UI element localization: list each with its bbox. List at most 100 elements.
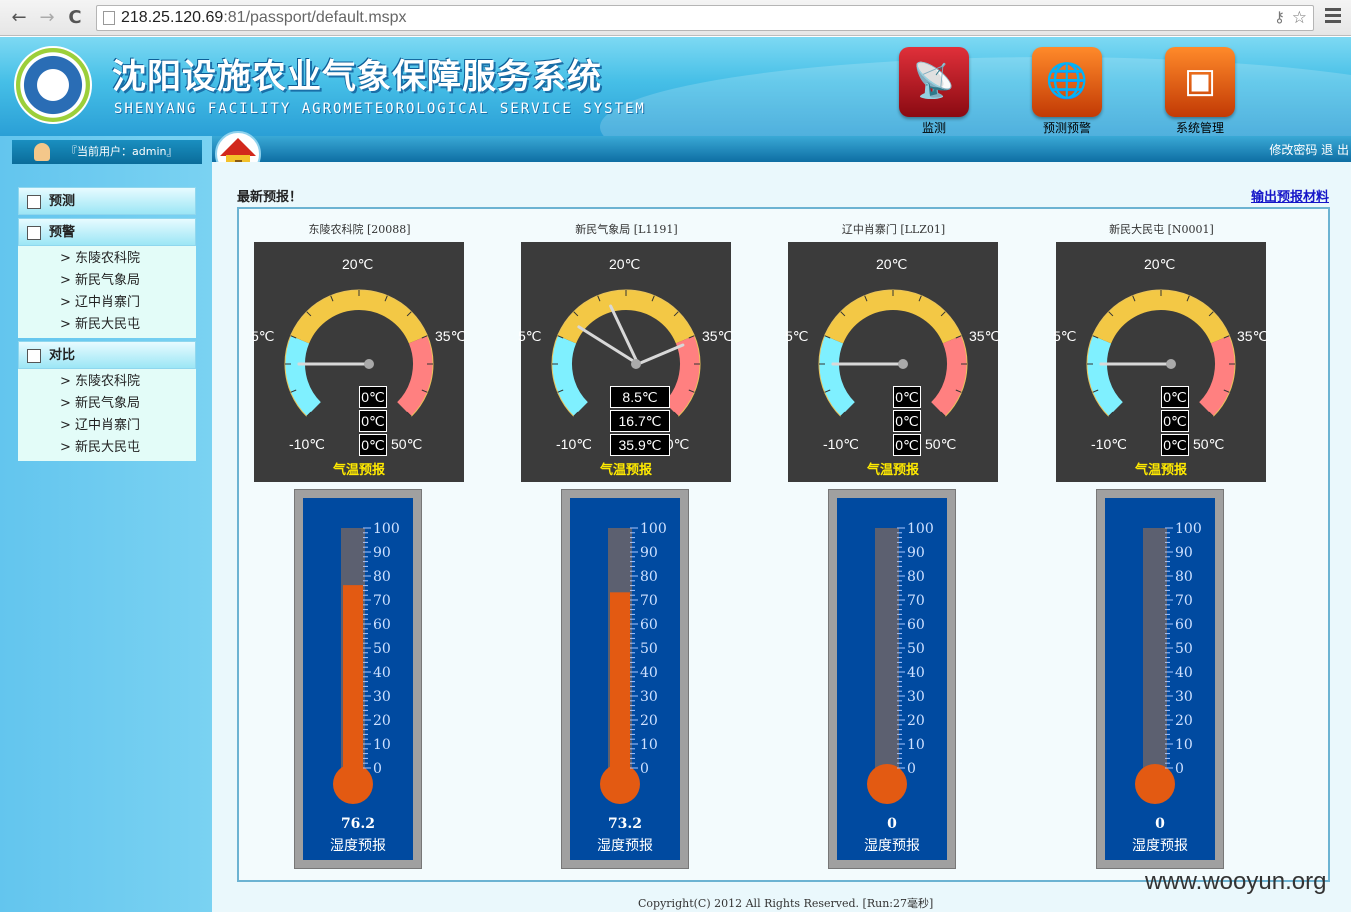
content-title: 最新预报！ — [237, 190, 303, 205]
thermometer-tick-label: 50 — [640, 641, 658, 657]
gauge-caption: 气温预报 — [866, 463, 919, 478]
chip-icon: ▣ — [1165, 47, 1235, 117]
thermometer-tick-label: 30 — [640, 689, 658, 705]
warning-submenu: > 东陵农科院 > 新民气象局 > 辽中肖寨门 > 新民大民屯 — [18, 246, 196, 338]
gauge-hub — [631, 359, 641, 369]
gauge-scale-label: 20℃ — [1144, 256, 1176, 272]
left-menu: 预测 预警 > 东陵农科院 > 新民气象局 > 辽中肖寨门 > 新民大民屯 对比… — [18, 184, 196, 461]
left-sidebar: 『当前用户：admin』 预测 预警 > 东陵农科院 > 新民气象局 > 辽中肖… — [0, 136, 212, 912]
temperature-readout: 8.5℃ — [610, 386, 670, 408]
thermometer-tick-label: 100 — [907, 521, 934, 537]
url-path: :81/passport/default.mspx — [223, 9, 407, 26]
humidity-caption: 湿度预报 — [330, 838, 386, 854]
thermometer-tick-label: 80 — [907, 569, 925, 585]
station-card: 辽中肖寨门 [LLZ01] 20℃ 5℃ 35℃ -10℃ 50℃ 0℃ 0℃ 0℃ 气温预报 10… — [785, 209, 1001, 869]
menu-item-xinmin-bureau[interactable]: > 新民气象局 — [18, 270, 196, 292]
back-button[interactable]: ← — [8, 7, 30, 29]
gauge-hub — [898, 359, 908, 369]
temperature-gauge: 20℃ 5℃ 35℃ -10℃ 50℃ 0℃ 0℃ 0℃ 气温预报 — [251, 242, 466, 482]
thermometer-tick-label: 40 — [373, 665, 391, 681]
thermometer-tube — [1143, 528, 1167, 768]
thermometer-tick-label: 20 — [373, 713, 391, 729]
gauge-scale-label: 20℃ — [609, 256, 641, 272]
gauge-band — [285, 335, 322, 417]
humidity-caption: 湿度预报 — [597, 838, 653, 854]
station-name: 新民气象局 [L1191] — [575, 223, 678, 236]
humidity-thermometer: 100 90 80 70 60 50 40 30 20 10 0 0 湿度预报 — [828, 489, 956, 869]
bookmark-star-icon[interactable]: ☆ — [1292, 6, 1307, 30]
system-title: 沈阳设施农业气象保障服务系统 — [112, 57, 602, 97]
humidity-thermometer: 100 90 80 70 60 50 40 30 20 10 0 73.2 湿度预报 — [561, 489, 689, 869]
browser-toolbar: ← → C 218.25.120.69:81/passport/default.… — [0, 0, 1351, 36]
menu-section-compare[interactable]: 对比 — [18, 341, 196, 369]
compare-submenu: > 东陵农科院 > 新民气象局 > 辽中肖寨门 > 新民大民屯 — [18, 369, 196, 461]
thermometer-tick-label: 20 — [907, 713, 925, 729]
thermometer-tick-label: 70 — [907, 593, 925, 609]
gauge-scale-label: -10℃ — [823, 436, 859, 452]
gauge-scale-label: 5℃ — [518, 328, 542, 344]
thermometer-tube — [875, 528, 899, 768]
system-admin-label: 系统管理 — [1175, 121, 1224, 135]
station-name: 新民大民屯 [N0001] — [1109, 223, 1214, 236]
humidity-value: 73.2 — [607, 816, 643, 832]
humidity-value: 0 — [887, 816, 897, 832]
thermometer-face: 100 90 80 70 60 50 40 30 20 10 0 0 湿度预报 — [1105, 498, 1215, 860]
thermometer-tick-label: 60 — [1175, 617, 1193, 633]
export-forecast-link[interactable]: 输出预报材料 — [1251, 186, 1329, 205]
thermometer-tick-label: 40 — [1175, 665, 1193, 681]
gauge-readouts: 0℃ 0℃ 0℃ — [343, 384, 403, 458]
thermometer-fill — [610, 592, 630, 778]
station-card: 新民大民屯 [N0001] 20℃ 5℃ 35℃ -10℃ 50℃ 0℃ 0℃ 0℃ 气温预报 10… — [1053, 209, 1269, 869]
thermometer-tick-label: 20 — [640, 713, 658, 729]
gauge-scale-label: 5℃ — [251, 328, 275, 344]
menu-item-damintun[interactable]: > 新民大民屯 — [18, 314, 196, 336]
thermometer-tick-label: 0 — [640, 761, 649, 777]
thermometer-tick-label: 80 — [640, 569, 658, 585]
browser-menu-icon[interactable] — [1325, 8, 1341, 24]
gauge-band — [819, 335, 856, 417]
gauge-band — [290, 290, 428, 344]
forecast-warning-label: 预测预警 — [1042, 121, 1091, 135]
password-logout-links[interactable]: 修改密码 退 出 — [1269, 141, 1349, 158]
reload-button[interactable]: C — [64, 7, 86, 29]
thermometer-tick-label: 90 — [907, 545, 925, 561]
gauge-scale-label: -10℃ — [556, 436, 592, 452]
key-icon[interactable]: ⚷ — [1274, 6, 1285, 30]
thermometer-graphic: 1009080706050403020100 — [333, 521, 400, 804]
thermometer-tick-label: 50 — [373, 641, 391, 657]
header-decoration — [600, 57, 1351, 136]
forward-button[interactable]: → — [36, 7, 58, 29]
address-bar[interactable]: 218.25.120.69:81/passport/default.mspx ⚷… — [96, 5, 1314, 31]
thermometer-tick-label: 100 — [1175, 521, 1202, 537]
temperature-readout: 0℃ — [893, 410, 921, 432]
menu-item-dongling[interactable]: > 东陵农科院 — [18, 248, 196, 270]
menu-item-xinmin-bureau[interactable]: > 新民气象局 — [18, 393, 196, 415]
thermometer-tick-label: 0 — [907, 761, 916, 777]
system-title-english: SHENYANG FACILITY AGROMETEOROLOGICAL SER… — [114, 101, 646, 117]
thermometer-bulb — [1135, 764, 1175, 804]
gauge-scale-label: 35℃ — [702, 328, 734, 344]
gauge-band — [1087, 335, 1124, 417]
gauge-caption: 气温预报 — [599, 463, 652, 478]
menu-item-dongling[interactable]: > 东陵农科院 — [18, 371, 196, 393]
thermometer-tick-label: 70 — [640, 593, 658, 609]
monitor-button[interactable]: 📡 监测 — [898, 47, 970, 135]
menu-item-liaozhong[interactable]: > 辽中肖寨门 — [18, 415, 196, 437]
temperature-readout: 35.9℃ — [610, 434, 670, 456]
monitor-label: 监测 — [921, 121, 946, 135]
thermometer-tick-label: 10 — [373, 737, 391, 753]
thermometer-bulb — [333, 764, 373, 804]
menu-section-forecast[interactable]: 预测 — [18, 187, 196, 215]
humidity-caption: 湿度预报 — [864, 838, 920, 854]
system-admin-button[interactable]: ▣ 系统管理 — [1164, 47, 1236, 135]
menu-item-damintun[interactable]: > 新民大民屯 — [18, 437, 196, 459]
menu-section-warning[interactable]: 预警 — [18, 218, 196, 246]
temperature-gauge: 20℃ 5℃ 35℃ -10℃ 50℃ 0℃ 0℃ 0℃ 气温预报 — [1053, 242, 1268, 482]
menu-item-liaozhong[interactable]: > 辽中肖寨门 — [18, 292, 196, 314]
station-name: 辽中肖寨门 [LLZ01] — [841, 223, 946, 236]
forecast-warning-button[interactable]: 🌐 预测预警 — [1031, 47, 1103, 135]
forecast-panel: 东陵农科院 [20088] 20℃ 5℃ 35℃ -10℃ 50℃ 0℃ 0℃ 0℃ 气温预报 10… — [237, 207, 1330, 882]
thermometer-tick-label: 10 — [640, 737, 658, 753]
thermometer-tick-label: 0 — [1175, 761, 1184, 777]
thermometer-graphic: 1009080706050403020100 — [1135, 521, 1202, 804]
